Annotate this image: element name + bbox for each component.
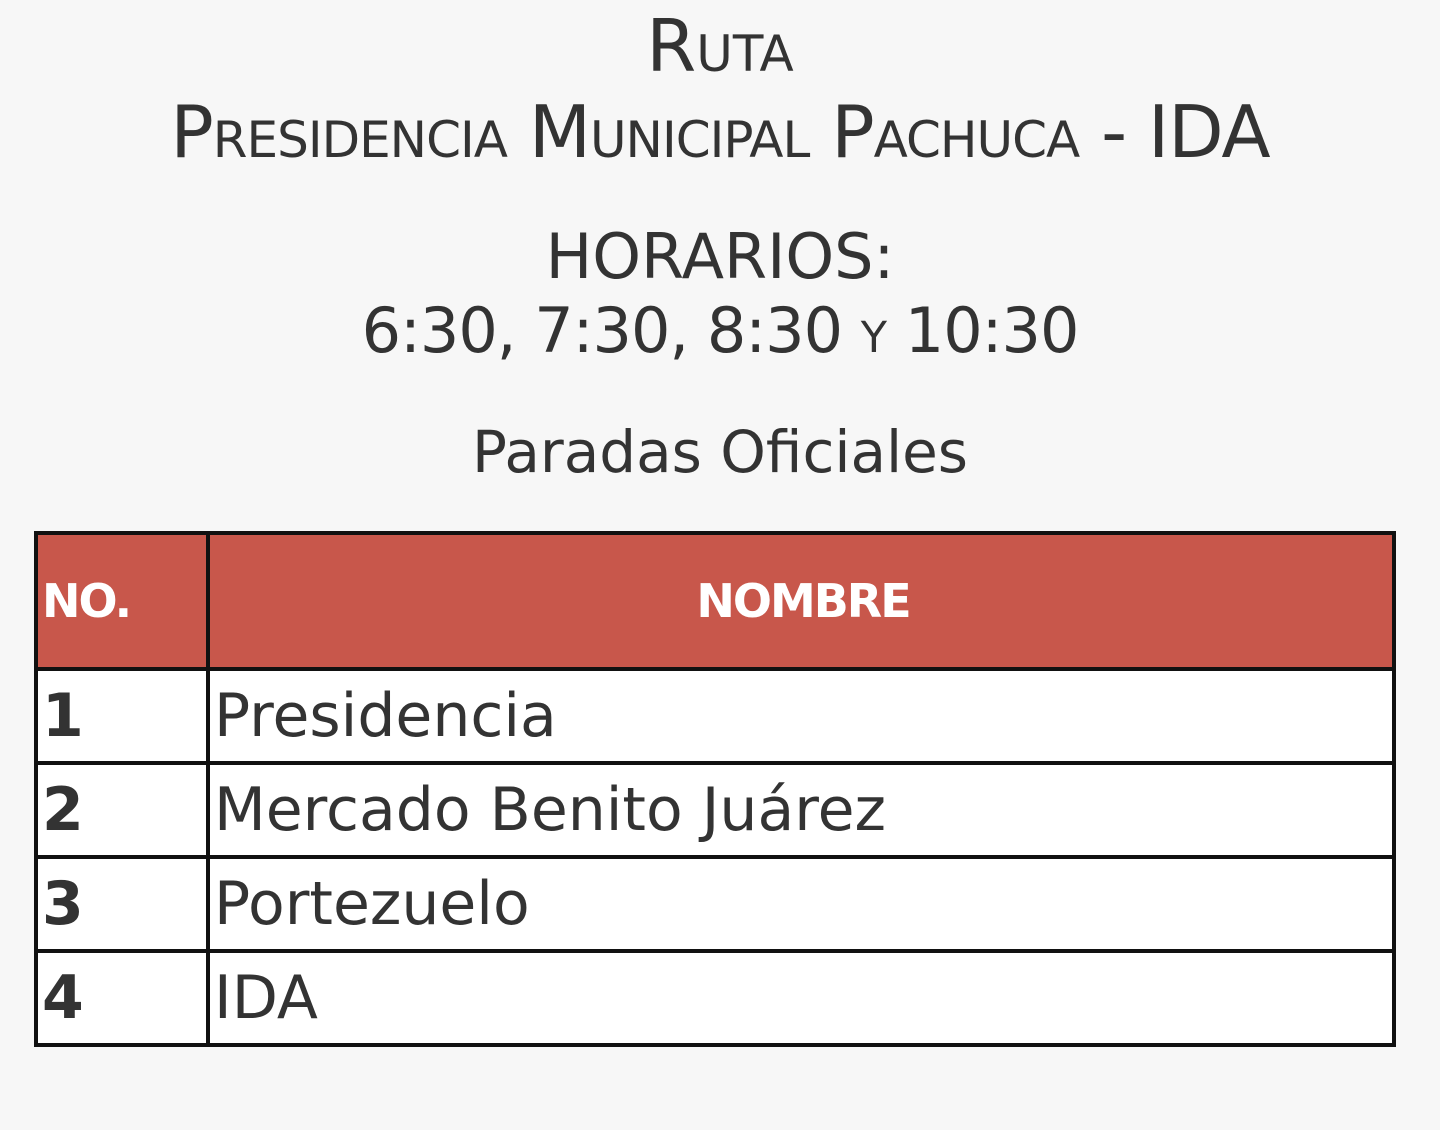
stops-heading: Paradas Oficiales <box>471 418 969 486</box>
stop-number: 1 <box>34 667 210 765</box>
route-label: Ruta <box>646 4 794 88</box>
stop-name: Presidencia <box>206 667 1396 765</box>
column-header-name: NOMBRE <box>206 531 1396 671</box>
stop-number: 3 <box>34 855 210 953</box>
table-row: 4 IDA <box>34 949 1396 1047</box>
table-row: 2 Mercado Benito Juárez <box>34 761 1396 859</box>
stop-name: Portezuelo <box>206 855 1396 953</box>
route-title: Presidencia Municipal Pachuca - IDA <box>170 90 1270 174</box>
stop-name: Mercado Benito Juárez <box>206 761 1396 859</box>
table-row: 1 Presidencia <box>34 667 1396 765</box>
column-header-no: NO. <box>34 531 210 671</box>
stops-table: NO. NOMBRE 1 Presidencia 2 Mercado Benit… <box>34 531 1396 1047</box>
schedule-heading: HORARIOS: <box>545 220 895 293</box>
table-row: 3 Portezuelo <box>34 855 1396 953</box>
page: Ruta Presidencia Municipal Pachuca - IDA… <box>0 0 1440 1130</box>
stop-number: 4 <box>34 949 210 1047</box>
stop-number: 2 <box>34 761 210 859</box>
stop-name: IDA <box>206 949 1396 1047</box>
schedule-times: 6:30, 7:30, 8:30 y 10:30 <box>361 294 1080 367</box>
table-header-row: NO. NOMBRE <box>34 531 1396 671</box>
